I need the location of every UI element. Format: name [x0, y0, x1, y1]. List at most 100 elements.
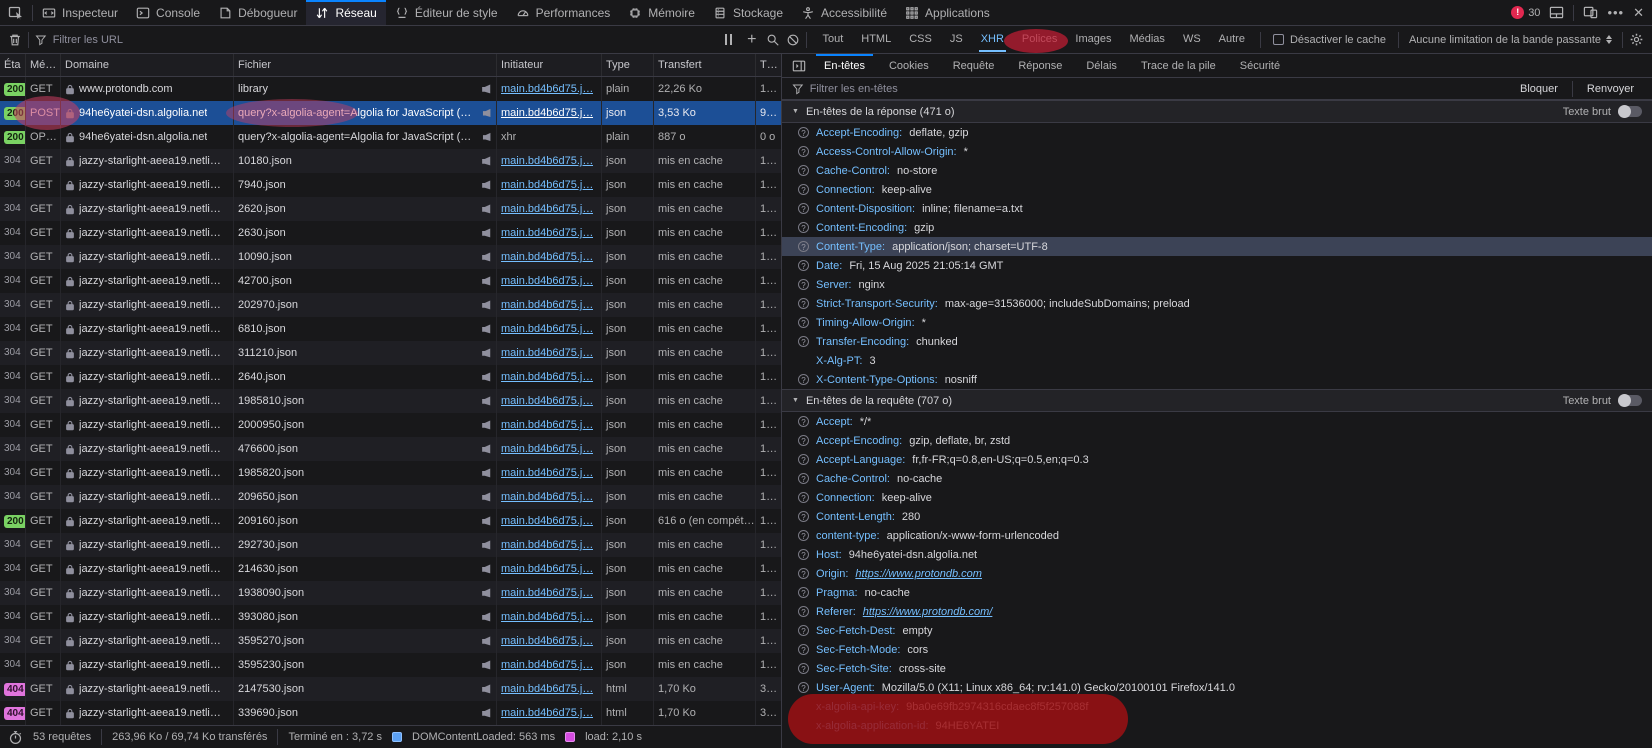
table-row[interactable]: 200 GET jazzy-starlight-aeea19.netli… 20…	[0, 509, 781, 533]
help-icon[interactable]: ?	[798, 374, 809, 385]
details-tab[interactable]: Délais	[1074, 54, 1129, 77]
col-status[interactable]: Éta	[0, 54, 26, 76]
table-row[interactable]: 404 GET jazzy-starlight-aeea19.netli… 21…	[0, 677, 781, 701]
table-row[interactable]: 304 GET jazzy-starlight-aeea19.netli… 29…	[0, 533, 781, 557]
help-icon[interactable]: ?	[798, 549, 809, 560]
details-tab[interactable]: Trace de la pile	[1129, 54, 1228, 77]
throttling-select[interactable]: Aucune limitation de la bande passante	[1405, 34, 1616, 46]
header-row[interactable]: ? Cache-Control no-store	[782, 161, 1652, 180]
table-row[interactable]: 304 GET jazzy-starlight-aeea19.netli… 19…	[0, 461, 781, 485]
pick-element-button[interactable]	[0, 0, 32, 25]
col-file[interactable]: Fichier	[234, 54, 497, 76]
initiator-link[interactable]: main.bd4b6d75.j…	[501, 581, 593, 605]
type-filter-tab[interactable]: HTML	[852, 26, 900, 53]
help-icon[interactable]: ?	[798, 587, 809, 598]
help-icon[interactable]: ?	[798, 416, 809, 427]
help-icon[interactable]: ?	[798, 435, 809, 446]
initiator-link[interactable]: main.bd4b6d75.j…	[501, 173, 593, 197]
header-row[interactable]: ? Date Fri, 15 Aug 2025 21:05:14 GMT	[782, 256, 1652, 275]
tab-debogueur[interactable]: Débogueur	[209, 0, 306, 25]
disable-cache-checkbox[interactable]: Désactiver le cache	[1267, 34, 1392, 46]
response-headers-section[interactable]: ▼ En-têtes de la réponse (471 o) Texte b…	[782, 100, 1652, 123]
help-icon[interactable]: ?	[798, 473, 809, 484]
initiator-link[interactable]: main.bd4b6d75.j…	[501, 341, 593, 365]
table-row[interactable]: 304 GET jazzy-starlight-aeea19.netli… 39…	[0, 605, 781, 629]
details-tab[interactable]: Réponse	[1006, 54, 1074, 77]
table-row[interactable]: 304 GET jazzy-starlight-aeea19.netli… 20…	[0, 293, 781, 317]
initiator-link[interactable]: main.bd4b6d75.j…	[501, 629, 593, 653]
domcontentloaded-time[interactable]: DOMContentLoaded: 563 ms	[412, 731, 555, 743]
initiator-link[interactable]: main.bd4b6d75.j…	[501, 653, 593, 677]
initiator-link[interactable]: main.bd4b6d75.j…	[501, 461, 593, 485]
initiator-link[interactable]: main.bd4b6d75.j…	[501, 557, 593, 581]
initiator-link[interactable]: main.bd4b6d75.j…	[501, 293, 593, 317]
details-tab[interactable]: Sécurité	[1228, 54, 1292, 77]
tab-editeur-de-style[interactable]: Éditeur de style	[386, 0, 507, 25]
help-icon[interactable]: ?	[798, 222, 809, 233]
tab-accessibilite[interactable]: Accessibilité	[792, 0, 896, 25]
initiator-link[interactable]: main.bd4b6d75.j…	[501, 413, 593, 437]
initiator-link[interactable]: xhr	[501, 125, 516, 149]
headers-filter-input[interactable]	[810, 83, 1506, 95]
help-icon[interactable]: ?	[798, 184, 809, 195]
details-tab[interactable]: Cookies	[877, 54, 941, 77]
table-row[interactable]: 304 GET jazzy-starlight-aeea19.netli… 68…	[0, 317, 781, 341]
help-icon[interactable]: ?	[798, 241, 809, 252]
initiator-link[interactable]: main.bd4b6d75.j…	[501, 317, 593, 341]
col-method[interactable]: Mé…	[26, 54, 61, 76]
tab-inspecteur[interactable]: Inspecteur	[33, 0, 127, 25]
header-row[interactable]: ? Content-Type application/json; charset…	[782, 237, 1652, 256]
table-row[interactable]: 304 GET jazzy-starlight-aeea19.netli… 10…	[0, 149, 781, 173]
table-row[interactable]: 304 GET jazzy-starlight-aeea19.netli… 19…	[0, 389, 781, 413]
col-transfer[interactable]: Transfert	[654, 54, 756, 76]
header-row[interactable]: ? Content-Disposition inline; filename=a…	[782, 199, 1652, 218]
help-icon[interactable]: ?	[798, 644, 809, 655]
table-row[interactable]: 304 GET jazzy-starlight-aeea19.netli… 10…	[0, 245, 781, 269]
block-button[interactable]: Bloquer	[1512, 83, 1566, 95]
new-request-icon[interactable]: +	[743, 27, 760, 53]
help-icon[interactable]: ?	[798, 298, 809, 309]
split-pane-toggle[interactable]	[782, 54, 812, 77]
initiator-link[interactable]: main.bd4b6d75.j…	[501, 389, 593, 413]
type-filter-tab[interactable]: Images	[1066, 26, 1120, 53]
transferred-size[interactable]: 263,96 Ko / 69,74 Ko transférés	[112, 731, 267, 743]
initiator-link[interactable]: main.bd4b6d75.j…	[501, 509, 593, 533]
header-row[interactable]: ? User-Agent Mozilla/5.0 (X11; Linux x86…	[782, 678, 1652, 697]
type-filter-tab[interactable]: Polices	[1013, 26, 1066, 53]
table-row[interactable]: 304 GET jazzy-starlight-aeea19.netli… 20…	[0, 413, 781, 437]
initiator-link[interactable]: main.bd4b6d75.j…	[501, 101, 593, 125]
header-row[interactable]: ? X-Content-Type-Options nosniff	[782, 370, 1652, 389]
table-row[interactable]: 304 GET jazzy-starlight-aeea19.netli… 26…	[0, 197, 781, 221]
col-initiator[interactable]: Initiateur	[497, 54, 602, 76]
request-count[interactable]: 53 requêtes	[33, 731, 91, 743]
table-row[interactable]: 304 GET jazzy-starlight-aeea19.netli… 21…	[0, 557, 781, 581]
table-row[interactable]: 304 GET jazzy-starlight-aeea19.netli… 20…	[0, 485, 781, 509]
responsive-mode-icon[interactable]	[1583, 5, 1598, 20]
tab-console[interactable]: Console	[127, 0, 209, 25]
help-icon[interactable]: ?	[798, 165, 809, 176]
col-size[interactable]: T…	[756, 54, 781, 76]
table-row[interactable]: 404 GET jazzy-starlight-aeea19.netli… 33…	[0, 701, 781, 725]
table-row[interactable]: 200 OP… 94he6yatei-dsn.algolia.net query…	[0, 125, 781, 149]
table-row[interactable]: 304 GET jazzy-starlight-aeea19.netli… 47…	[0, 437, 781, 461]
table-row[interactable]: 304 GET jazzy-starlight-aeea19.netli… 19…	[0, 581, 781, 605]
header-row[interactable]: ? Sec-Fetch-Site cross-site	[782, 659, 1652, 678]
table-row[interactable]: 304 GET jazzy-starlight-aeea19.netli… 35…	[0, 629, 781, 653]
header-row[interactable]: ? x-algolia-api-key 9ba0e69fb2974316cdae…	[782, 697, 1652, 716]
table-row[interactable]: 304 GET jazzy-starlight-aeea19.netli… 35…	[0, 653, 781, 677]
help-icon[interactable]: ?	[798, 279, 809, 290]
initiator-link[interactable]: main.bd4b6d75.j…	[501, 245, 593, 269]
initiator-link[interactable]: main.bd4b6d75.j…	[501, 437, 593, 461]
header-row[interactable]: ? X-Alg-PT 3	[782, 351, 1652, 370]
help-icon[interactable]: ?	[798, 663, 809, 674]
raw-headers-toggle[interactable]	[1618, 106, 1642, 117]
help-icon[interactable]: ?	[798, 317, 809, 328]
header-row[interactable]: ? Accept-Language fr,fr-FR;q=0.8,en-US;q…	[782, 450, 1652, 469]
split-console-icon[interactable]	[1549, 5, 1564, 20]
header-row[interactable]: ? Sec-Fetch-Mode cors	[782, 640, 1652, 659]
finish-time[interactable]: Terminé en : 3,72 s	[288, 731, 382, 743]
help-icon[interactable]: ?	[798, 606, 809, 617]
help-icon[interactable]: ?	[798, 530, 809, 541]
initiator-link[interactable]: main.bd4b6d75.j…	[501, 149, 593, 173]
type-filter-tab[interactable]: Tout	[813, 26, 852, 53]
